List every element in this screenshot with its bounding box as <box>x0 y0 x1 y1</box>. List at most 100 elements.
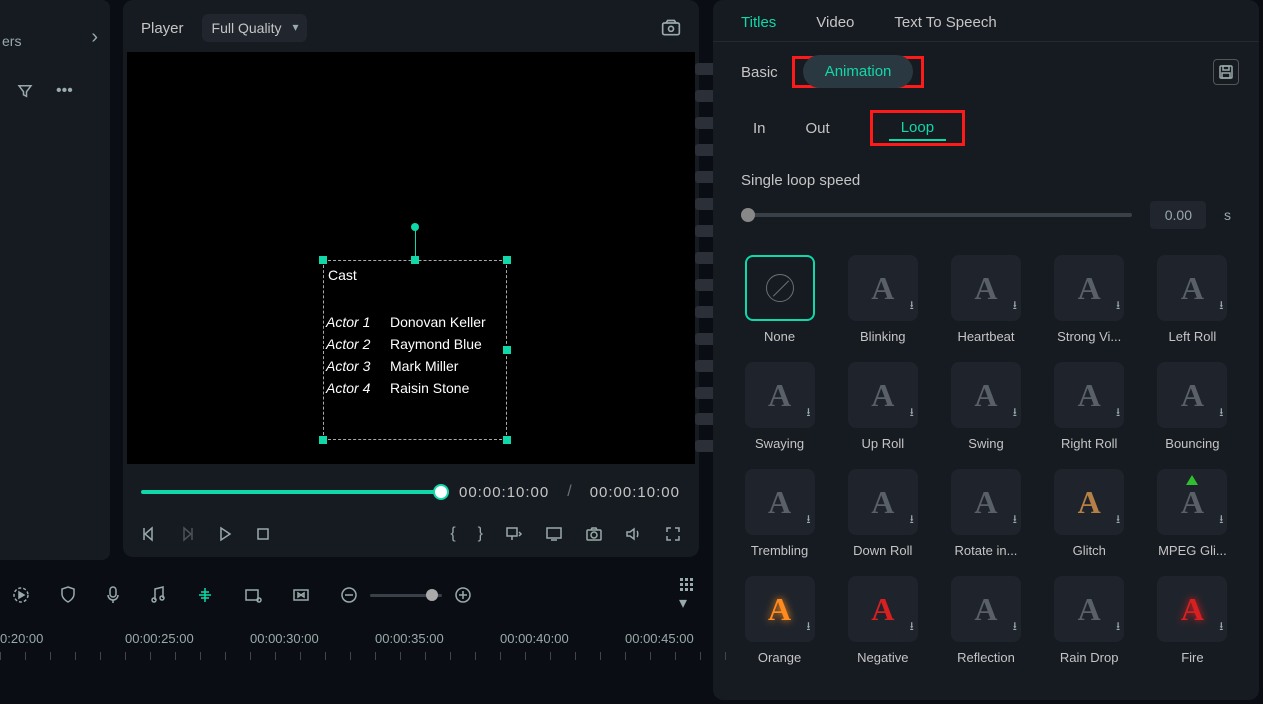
title-bounding-box[interactable]: Cast Actor 1Donovan Keller Actor 2Raymon… <box>323 260 507 440</box>
time-total: 00:00:10:00 <box>590 484 680 501</box>
anim-tab-loop[interactable]: Loop <box>901 119 934 136</box>
preset-label: Fire <box>1181 650 1203 665</box>
highlight-box: Loop <box>870 110 965 146</box>
ruler-mark: 00:00:40:00 <box>500 631 625 646</box>
time-current: 00:00:10:00 <box>459 484 549 501</box>
player-panel: Player Full Quality Cast Actor 1Donovan … <box>123 0 699 557</box>
timeline-panel: ▾ 0:20:0000:00:25:0000:00:30:0000:00:35:… <box>0 565 707 695</box>
credit-list: Actor 1Donovan Keller Actor 2Raymond Blu… <box>326 311 486 399</box>
subtab-basic[interactable]: Basic <box>741 64 778 81</box>
mark-in-icon[interactable]: { <box>450 525 455 543</box>
speed-slider[interactable] <box>741 213 1132 217</box>
speed-label: Single loop speed <box>741 172 1231 189</box>
filter-icon[interactable] <box>16 82 34 100</box>
crop-icon[interactable] <box>244 587 262 603</box>
preset-label: Up Roll <box>861 436 904 451</box>
quality-select[interactable]: Full Quality <box>202 14 307 42</box>
preset-label: Left Roll <box>1169 329 1217 344</box>
chevron-right-icon[interactable]: › <box>91 26 98 49</box>
resize-handle[interactable] <box>319 436 327 444</box>
ruler-mark: 00:00:30:00 <box>250 631 375 646</box>
snapshot-icon[interactable] <box>661 19 681 37</box>
speed-unit: s <box>1224 207 1231 223</box>
preset-label: Glitch <box>1073 543 1106 558</box>
preset-item[interactable]: A⭳Up Roll <box>836 362 929 455</box>
volume-icon[interactable] <box>625 526 643 542</box>
resize-handle[interactable] <box>503 256 511 264</box>
title-heading: Cast <box>328 267 357 283</box>
sidebar-label-fragment: ers <box>2 33 21 49</box>
preset-item[interactable]: A⭳Heartbeat <box>939 255 1032 348</box>
step-forward-icon[interactable] <box>179 526 195 542</box>
resize-handle[interactable] <box>503 436 511 444</box>
highlight-box: Animation <box>792 56 925 88</box>
play-icon[interactable] <box>217 526 233 542</box>
scrub-slider[interactable] <box>141 490 441 494</box>
preset-label: Negative <box>857 650 908 665</box>
preset-item[interactable]: A⭳Left Roll <box>1146 255 1239 348</box>
preset-item[interactable]: A⭳Trembling <box>733 469 826 562</box>
anim-tab-out[interactable]: Out <box>806 120 830 137</box>
anim-tab-in[interactable]: In <box>753 120 766 137</box>
zoom-in-icon[interactable] <box>454 586 472 604</box>
preset-label: Orange <box>758 650 801 665</box>
zoom-out-icon[interactable] <box>340 586 358 604</box>
tab-video[interactable]: Video <box>816 14 854 31</box>
preset-item[interactable]: None <box>733 255 826 348</box>
step-back-icon[interactable] <box>141 526 157 542</box>
preset-label: None <box>764 329 795 344</box>
tab-titles[interactable]: Titles <box>741 14 776 31</box>
preset-item[interactable]: A⭳Negative <box>836 576 929 669</box>
resize-handle[interactable] <box>411 256 419 264</box>
tab-text-to-speech[interactable]: Text To Speech <box>894 14 996 31</box>
preset-item[interactable]: A⭳Swing <box>939 362 1032 455</box>
subtab-animation[interactable]: Animation <box>803 55 914 88</box>
zoom-slider[interactable] <box>370 594 442 597</box>
shield-icon[interactable] <box>60 586 76 604</box>
marker-icon[interactable] <box>505 526 523 542</box>
preset-label: Down Roll <box>853 543 912 558</box>
preset-item[interactable]: A⭳Rotate in... <box>939 469 1032 562</box>
preset-item[interactable]: A⭳Glitch <box>1043 469 1136 562</box>
preset-label: Blinking <box>860 329 906 344</box>
grid-view-icon[interactable]: ▾ <box>679 577 695 613</box>
display-icon[interactable] <box>545 526 563 542</box>
mic-icon[interactable] <box>106 586 120 604</box>
preset-label: Right Roll <box>1061 436 1117 451</box>
playhead-icon[interactable] <box>12 586 30 604</box>
preset-item[interactable]: A⭳Blinking <box>836 255 929 348</box>
fullscreen-icon[interactable] <box>665 526 681 542</box>
preset-item[interactable]: A⭳Right Roll <box>1043 362 1136 455</box>
speed-value[interactable]: 0.00 <box>1150 201 1206 229</box>
aspect-icon[interactable] <box>292 588 310 602</box>
preset-item[interactable]: A⭳Strong Vi... <box>1043 255 1136 348</box>
mark-out-icon[interactable]: } <box>478 525 483 543</box>
music-icon[interactable] <box>150 586 166 604</box>
cut-icon[interactable] <box>196 586 214 604</box>
resize-handle[interactable] <box>319 256 327 264</box>
preset-label: Swing <box>968 436 1003 451</box>
preset-item[interactable]: A⭳Rain Drop <box>1043 576 1136 669</box>
preset-label: Bouncing <box>1165 436 1219 451</box>
more-icon[interactable]: ••• <box>56 82 73 100</box>
save-preset-icon[interactable] <box>1213 59 1239 85</box>
preset-item[interactable]: A⭳Down Roll <box>836 469 929 562</box>
preset-item[interactable]: A⭳MPEG Gli... <box>1146 469 1239 562</box>
preset-label: Reflection <box>957 650 1015 665</box>
preset-item[interactable]: A⭳Bouncing <box>1146 362 1239 455</box>
preset-item[interactable]: A⭳Swaying <box>733 362 826 455</box>
time-separator: / <box>567 483 571 501</box>
stop-icon[interactable] <box>255 526 271 542</box>
camera-icon[interactable] <box>585 526 603 542</box>
ruler-mark: 0:20:00 <box>0 631 125 646</box>
preview-viewport[interactable]: Cast Actor 1Donovan Keller Actor 2Raymon… <box>127 52 695 464</box>
preset-item[interactable]: A⭳Reflection <box>939 576 1032 669</box>
preset-label: Swaying <box>755 436 804 451</box>
resize-handle[interactable] <box>503 346 511 354</box>
player-title: Player <box>141 20 184 37</box>
timeline-ruler[interactable]: 0:20:0000:00:25:0000:00:30:0000:00:35:00… <box>0 621 707 660</box>
ruler-mark: 00:00:35:00 <box>375 631 500 646</box>
left-sidebar: ers › ••• <box>0 0 110 560</box>
preset-item[interactable]: A⭳Fire <box>1146 576 1239 669</box>
preset-label: Strong Vi... <box>1057 329 1121 344</box>
